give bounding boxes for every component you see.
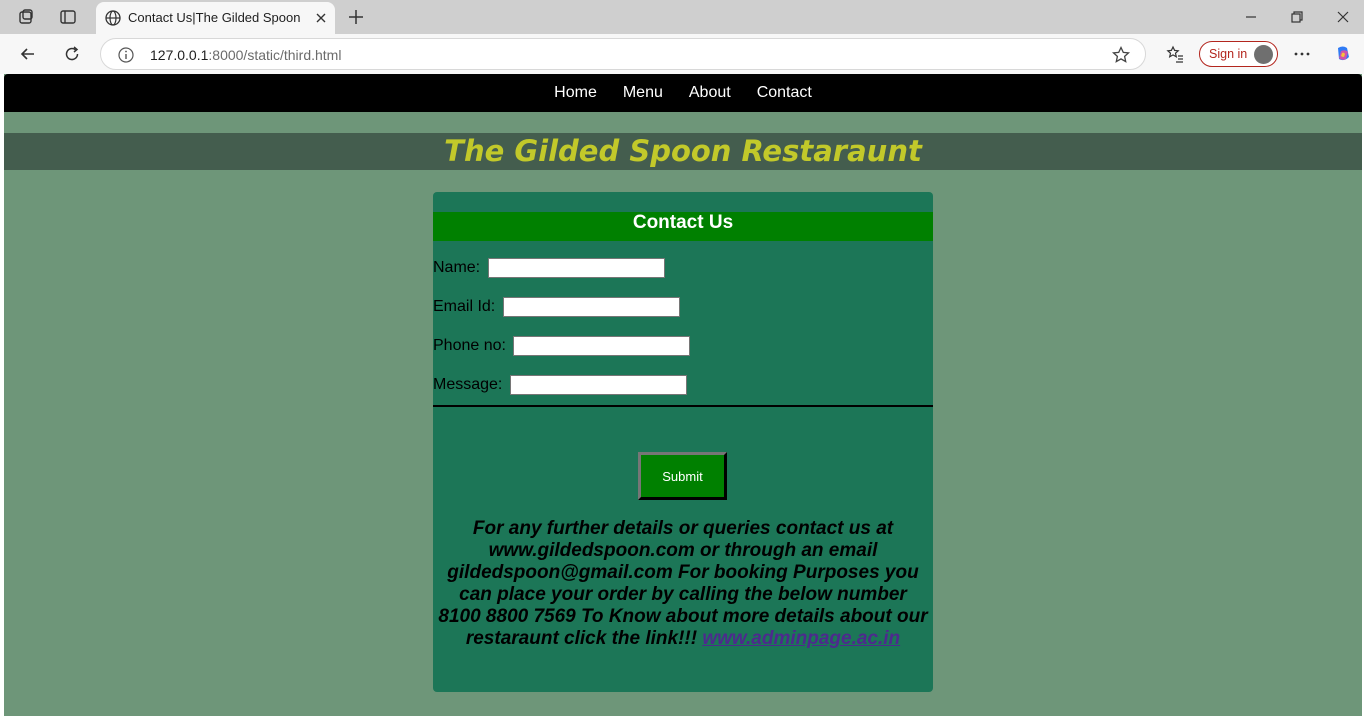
message-input[interactable] <box>509 375 687 395</box>
site-info-icon[interactable] <box>117 46 135 64</box>
restaurant-title: The Gilded Spoon Restaraunt <box>444 134 922 168</box>
workspaces-icon[interactable] <box>16 7 36 27</box>
form-divider <box>433 405 933 407</box>
nav-home-link[interactable]: Home <box>554 74 597 112</box>
tab-actions-icon[interactable] <box>58 7 78 27</box>
contact-info-text: For any further details or queries conta… <box>437 518 929 650</box>
close-window-icon[interactable] <box>1334 8 1352 26</box>
globe-icon <box>105 10 121 26</box>
name-input[interactable] <box>487 258 665 278</box>
more-options-icon[interactable] <box>1292 44 1312 64</box>
submit-button[interactable]: Submit <box>638 452 727 500</box>
url-host: 127.0.0.1 <box>150 47 209 63</box>
browser-tab-strip: Contact Us|The Gilded Spoon <box>0 0 1364 34</box>
email-label: Email Id: <box>433 298 496 315</box>
phone-input[interactable] <box>513 336 691 356</box>
contact-heading: Contact Us <box>433 212 933 241</box>
tab-contact-us[interactable]: Contact Us|The Gilded Spoon <box>96 2 335 34</box>
message-row: Message: <box>433 375 687 395</box>
minimize-icon[interactable] <box>1242 8 1260 26</box>
title-banner: The Gilded Spoon Restaraunt <box>4 133 1362 170</box>
tab-title: Contact Us|The Gilded Spoon <box>128 10 301 25</box>
close-tab-icon[interactable] <box>313 10 329 26</box>
avatar-icon <box>1254 45 1273 64</box>
url-text[interactable]: 127.0.0.1:8000/static/third.html <box>150 47 341 63</box>
phone-label: Phone no: <box>433 337 506 354</box>
nav-menu-link[interactable]: Menu <box>623 74 663 112</box>
site-navigation: Home Menu About Contact <box>4 74 1362 112</box>
favorites-list-icon[interactable] <box>1165 44 1185 64</box>
restore-icon[interactable] <box>1288 8 1306 26</box>
name-label: Name: <box>433 259 481 276</box>
nav-contact-link[interactable]: Contact <box>757 74 812 112</box>
page-viewport: Home Menu About Contact The Gilded Spoon Re… <box>4 74 1362 716</box>
reload-icon[interactable] <box>62 44 82 64</box>
name-row: Name: <box>433 258 665 278</box>
message-label: Message: <box>433 376 503 393</box>
nav-about-link[interactable]: About <box>689 74 731 112</box>
browser-toolbar: 127.0.0.1:8000/static/third.html Sign in <box>0 34 1364 74</box>
sign-in-label: Sign in <box>1209 47 1248 61</box>
new-tab-icon[interactable] <box>346 7 366 27</box>
copilot-icon[interactable] <box>1333 44 1353 64</box>
email-row: Email Id: <box>433 297 680 317</box>
address-bar[interactable]: 127.0.0.1:8000/static/third.html <box>100 38 1146 70</box>
url-path: :8000/static/third.html <box>208 47 342 63</box>
sign-in-button[interactable]: Sign in <box>1199 41 1278 67</box>
favorite-star-icon[interactable] <box>1111 45 1131 65</box>
contact-card: Contact Us Name: Email Id: Phone no: Mes… <box>433 192 933 692</box>
back-arrow-icon[interactable] <box>18 44 38 64</box>
phone-row: Phone no: <box>433 336 691 356</box>
admin-page-link[interactable]: www.adminpage.ac.in <box>702 628 900 649</box>
email-input[interactable] <box>502 297 680 317</box>
